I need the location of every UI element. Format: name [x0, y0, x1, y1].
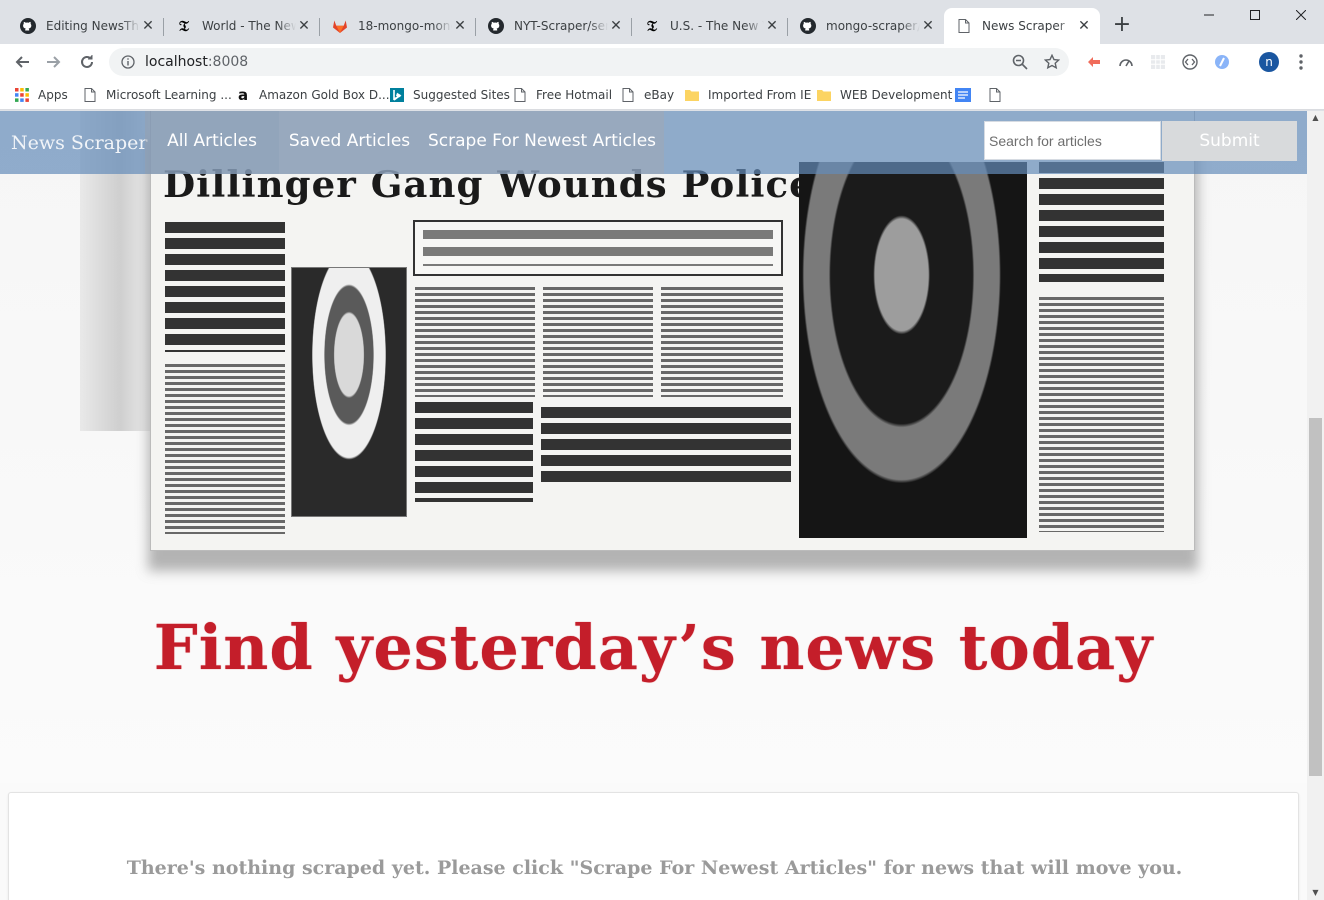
scroll-down-arrow-icon[interactable]: ▼	[1307, 886, 1324, 900]
minimize-icon[interactable]	[1186, 0, 1232, 30]
bookmark-web-development[interactable]: WEB Development	[816, 86, 952, 104]
address-host: localhost	[145, 54, 208, 70]
apps-grid-icon	[14, 87, 30, 103]
close-tab-icon[interactable]: ✕	[296, 18, 312, 34]
bookmark-google-docs[interactable]	[955, 86, 979, 104]
page-scrollbar[interactable]: ▲ ▼	[1307, 111, 1324, 900]
bookmark-label: Imported From IE	[708, 88, 812, 102]
close-tab-icon[interactable]: ✕	[920, 18, 936, 34]
site-navbar: News Scraper All Articles Saved Articles…	[0, 111, 1307, 174]
page-viewport: DEMOCRATS TO SUPPORT FDR'S PROGRAM Dilli…	[0, 111, 1307, 900]
tab-world-nyt[interactable]: 𝔗 World - The New York Times ✕	[164, 8, 320, 44]
bookmark-label: Free Hotmail	[536, 88, 613, 102]
amazon-icon: a	[237, 86, 249, 104]
back-arrow-icon[interactable]	[10, 50, 34, 74]
search-submit-button[interactable]: Submit	[1162, 121, 1297, 161]
bookmark-label: Apps	[38, 88, 68, 102]
close-tab-icon[interactable]: ✕	[452, 18, 468, 34]
code-icon[interactable]	[1181, 53, 1199, 71]
bookmark-microsoft-learning[interactable]: Microsoft Learning ...	[82, 86, 232, 104]
bookmark-amazon[interactable]: a Amazon Gold Box D...	[235, 86, 390, 104]
bookmark-blank-page[interactable]	[987, 86, 1011, 104]
bookmark-suggested-sites[interactable]: Suggested Sites	[389, 86, 510, 104]
newspaper-photo-baby	[799, 162, 1027, 538]
github-icon	[488, 18, 504, 34]
newspaper-front-page: Dillinger Gang Wounds Policemen	[150, 111, 1195, 551]
reload-icon[interactable]	[75, 50, 99, 74]
hero-newspaper-image: DEMOCRATS TO SUPPORT FDR'S PROGRAM Dilli…	[0, 111, 1307, 783]
speed-gauge-icon[interactable]	[1117, 53, 1135, 71]
page-icon	[987, 87, 1003, 103]
scroll-thumb[interactable]	[1309, 418, 1322, 776]
close-tab-icon[interactable]: ✕	[140, 18, 156, 34]
tab-editing-newsthatmoves[interactable]: Editing NewsThatMoves ✕	[8, 8, 164, 44]
tab-mongo-scraper-app[interactable]: mongo-scraper/app ✕	[788, 8, 944, 44]
page-icon	[82, 87, 98, 103]
close-tab-icon[interactable]: ✕	[608, 18, 624, 34]
nav-all-articles[interactable]: All Articles	[145, 111, 279, 174]
extension-red-icon[interactable]	[1085, 53, 1103, 71]
github-icon	[20, 18, 36, 34]
bookmarks-bar: Apps Microsoft Learning ... a Amazon Gol…	[0, 80, 1324, 110]
folder-icon	[684, 87, 700, 103]
close-window-icon[interactable]	[1278, 0, 1324, 30]
nav-saved-articles[interactable]: Saved Articles	[279, 111, 420, 174]
tab-nyt-scraper-server[interactable]: NYT-Scraper/server ✕	[476, 8, 632, 44]
close-tab-icon[interactable]: ✕	[764, 18, 780, 34]
tab-title: News Scraper	[982, 19, 1065, 33]
gitlab-icon	[332, 18, 348, 34]
page-icon	[512, 87, 528, 103]
extension-grid-icon[interactable]	[1149, 53, 1167, 71]
tab-strip: Editing NewsThatMoves ✕ 𝔗 World - The Ne…	[0, 0, 1324, 44]
bookmark-star-icon[interactable]	[1043, 53, 1061, 71]
tab-title: World - The New York Times	[202, 19, 296, 33]
bookmark-free-hotmail[interactable]: Free Hotmail	[512, 86, 612, 104]
site-brand[interactable]: News Scraper	[11, 132, 147, 154]
bookmark-ebay[interactable]: eBay	[620, 86, 674, 104]
browser-toolbar: localhost:8008 n	[0, 44, 1324, 80]
bookmark-label: WEB Development	[840, 88, 953, 102]
profile-avatar[interactable]: n	[1259, 52, 1279, 72]
page-icon	[620, 87, 636, 103]
zoom-icon[interactable]	[1011, 53, 1029, 71]
bookmark-label: eBay	[644, 88, 675, 102]
hero-tagline: Find yesterday’s news today	[153, 611, 1154, 684]
google-docs-icon	[955, 87, 971, 103]
address-port: :8008	[207, 54, 249, 70]
forward-arrow-icon[interactable]	[42, 50, 66, 74]
search-input[interactable]	[984, 121, 1161, 160]
extension-blue-icon[interactable]	[1213, 53, 1231, 71]
nyt-icon: 𝔗	[179, 17, 189, 35]
tab-us-nyt[interactable]: 𝔗 U.S. - The New York Times ✕	[632, 8, 788, 44]
maximize-icon[interactable]	[1232, 0, 1278, 30]
address-bar[interactable]: localhost:8008	[109, 48, 1069, 76]
folder-icon	[816, 87, 832, 103]
github-icon	[800, 18, 816, 34]
bookmark-apps[interactable]: Apps	[14, 86, 68, 104]
info-icon[interactable]	[120, 54, 136, 70]
close-tab-icon[interactable]: ✕	[1076, 18, 1092, 34]
empty-articles-message: There's nothing scraped yet. Please clic…	[126, 857, 1183, 879]
tab-title: U.S. - The New York Times	[670, 19, 764, 33]
menu-kebab-icon[interactable]	[1292, 53, 1310, 71]
nav-scrape-newest-articles[interactable]: Scrape For Newest Articles	[420, 111, 664, 174]
bookmark-imported-from-ie[interactable]: Imported From IE	[684, 86, 811, 104]
newspaper-photo-portrait	[291, 267, 407, 517]
bookmark-label: Microsoft Learning ...	[106, 88, 232, 102]
nyt-icon: 𝔗	[647, 17, 657, 35]
tab-title: NYT-Scraper/server	[514, 19, 608, 33]
articles-panel: There's nothing scraped yet. Please clic…	[8, 792, 1299, 900]
tab-mongo-mongoose[interactable]: 18-mongo-mongoose ✕	[320, 8, 476, 44]
scroll-up-arrow-icon[interactable]: ▲	[1307, 111, 1324, 125]
tab-title: Editing NewsThatMoves	[46, 19, 140, 33]
tab-title: mongo-scraper/app	[826, 19, 920, 33]
page-icon	[956, 18, 972, 34]
new-tab-button[interactable]: +	[1110, 14, 1134, 38]
bookmark-label: Amazon Gold Box D...	[259, 88, 390, 102]
bookmark-label: Suggested Sites	[413, 88, 510, 102]
bing-icon	[389, 87, 405, 103]
tab-news-scraper[interactable]: News Scraper ✕	[944, 8, 1100, 44]
tab-title: 18-mongo-mongoose	[358, 19, 452, 33]
